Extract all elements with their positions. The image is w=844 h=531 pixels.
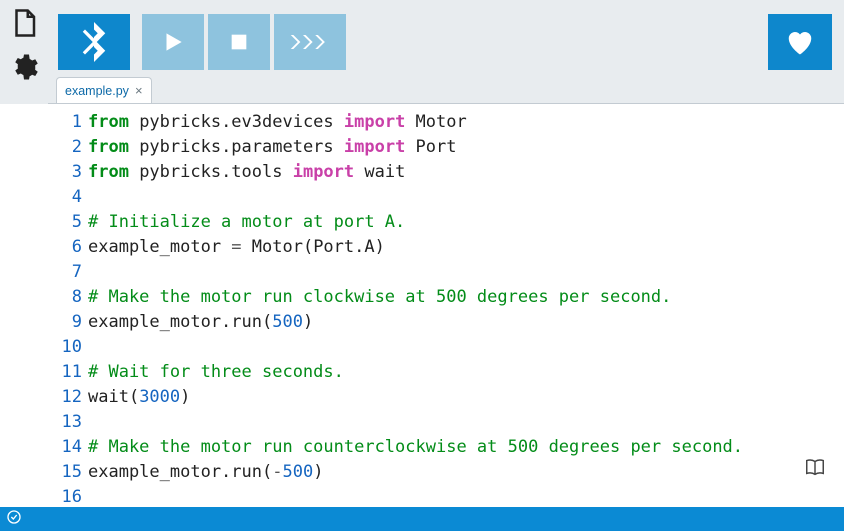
heart-icon	[785, 28, 815, 56]
run-controls	[142, 14, 346, 70]
chevrons-right-icon	[289, 29, 331, 55]
sidebar	[0, 0, 48, 104]
settings-button[interactable]	[7, 50, 41, 84]
gear-icon	[9, 52, 39, 82]
bluetooth-icon	[79, 22, 109, 62]
tab-bar: example.py ×	[48, 76, 844, 104]
file-icon	[9, 8, 39, 38]
new-file-button[interactable]	[7, 6, 41, 40]
status-ok-icon	[6, 509, 22, 530]
tab-label: example.py	[65, 84, 129, 98]
editor[interactable]: 12345678910111213141516 from pybricks.ev…	[0, 104, 844, 507]
tab-close-button[interactable]: ×	[135, 83, 143, 98]
code-area[interactable]: from pybricks.ev3devices import Motorfro…	[88, 110, 844, 507]
docs-button[interactable]	[804, 456, 826, 483]
play-icon	[160, 29, 186, 55]
repl-button[interactable]	[274, 14, 346, 70]
bluetooth-button[interactable]	[58, 14, 130, 70]
stop-icon	[228, 31, 250, 53]
run-button[interactable]	[142, 14, 204, 70]
book-icon	[804, 456, 826, 478]
support-button[interactable]	[768, 14, 832, 70]
tab-example[interactable]: example.py ×	[56, 77, 152, 103]
line-gutter: 12345678910111213141516	[48, 110, 88, 507]
status-bar	[0, 507, 844, 531]
stop-button[interactable]	[208, 14, 270, 70]
toolbar	[48, 0, 844, 76]
